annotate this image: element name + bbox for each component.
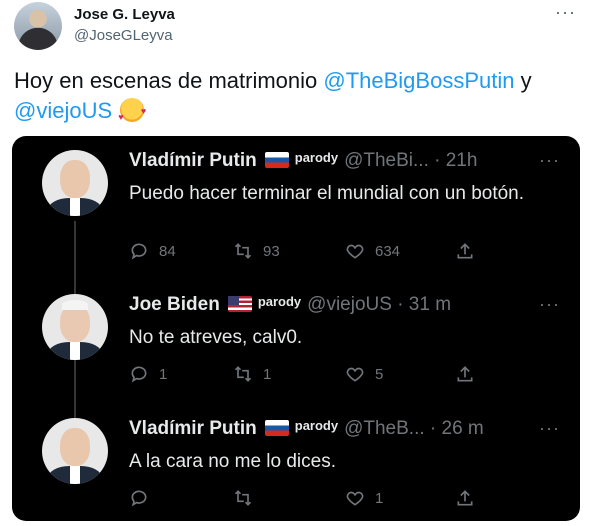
like-count: 634 [375, 242, 401, 260]
tweet-actions: 1 [129, 488, 489, 512]
retweet-button[interactable]: 93 [233, 241, 280, 261]
parody-badge: parody [294, 418, 339, 433]
more-options-button[interactable]: ··· [555, 2, 576, 23]
avatar[interactable] [42, 294, 108, 360]
avatar-shirt [70, 198, 80, 216]
parody-badge: parody [294, 150, 339, 165]
outer-avatar[interactable] [14, 2, 62, 50]
outer-text-part: y [514, 68, 532, 93]
reply-icon [131, 243, 147, 260]
avatar-face [60, 428, 90, 466]
more-options-button[interactable]: ··· [539, 418, 560, 439]
tweet-text: A la cara no me lo dices. [129, 451, 336, 472]
outer-tweet-header: Jose G. Leyva @JoseGLeyva ··· [12, 0, 582, 60]
tweet-header: Vladímir Putin parody @TheB... · 26 m [129, 418, 569, 444]
russia-flag-icon [264, 152, 289, 168]
avatar-shirt [70, 466, 80, 484]
heart-icon [346, 491, 364, 506]
russia-flag-icon [264, 420, 289, 436]
parody-badge: parody [257, 294, 302, 309]
outer-tweet-text: Hoy en escenas de matrimonio @TheBigBoss… [14, 66, 574, 132]
like-count: 1 [375, 489, 384, 507]
smiling-face-with-hearts-icon [118, 96, 146, 132]
avatar-hair [62, 300, 88, 310]
share-button[interactable] [455, 364, 485, 384]
retweet-button[interactable]: 1 [233, 364, 271, 384]
reply-button[interactable]: 84 [129, 241, 176, 261]
mention-link[interactable]: @TheBigBossPutin [323, 68, 514, 93]
share-icon [457, 243, 473, 259]
retweet-count: 93 [263, 242, 280, 260]
retweet-icon [234, 490, 252, 506]
avatar[interactable] [42, 150, 108, 216]
retweet-count: 1 [263, 365, 272, 383]
tweet-header: Joe Biden parody @viejoUS · 31 m [129, 294, 569, 320]
tweet-actions: 84 93 634 [129, 241, 489, 265]
avatar[interactable] [42, 418, 108, 484]
retweet-icon [234, 366, 252, 382]
more-options-button[interactable]: ··· [539, 150, 560, 171]
tweet-author-name[interactable]: Joe Biden [129, 294, 220, 315]
outer-text-part: Hoy en escenas de matrimonio [14, 68, 324, 93]
tweet-header: Vladímir Putin parody @TheBi... · 21h [129, 150, 569, 176]
heart-icon [346, 367, 364, 382]
share-icon [457, 366, 473, 382]
mention-link[interactable]: @viejoUS [14, 98, 112, 123]
tweet-author-name[interactable]: Vladímir Putin [129, 418, 257, 439]
outer-author-name[interactable]: Jose G. Leyva [74, 6, 179, 23]
tweet-handle-time[interactable]: @viejoUS · 31 m [307, 294, 451, 315]
outer-author-name-text[interactable]: Jose G. Leyva [74, 6, 175, 23]
like-button[interactable]: 5 [345, 364, 383, 384]
reply-count: 1 [159, 365, 168, 383]
usa-flag-icon [227, 296, 252, 312]
tweet-text: No te atreves, calv0. [129, 327, 303, 348]
heart-icon [346, 244, 364, 259]
reply-button[interactable]: 1 [129, 364, 167, 384]
embedded-thread-screenshot: Vladímir Putin parody @TheBi... · 21h ··· … [12, 136, 580, 521]
tweet-actions: 1 1 5 [129, 364, 489, 388]
reply-icon [131, 490, 147, 507]
tweet-text: Puedo hacer terminar el mundial con un b… [129, 183, 525, 204]
tweet-handle-time[interactable]: @TheBi... · 21h [344, 150, 477, 171]
reply-count: 84 [159, 242, 176, 260]
share-icon [457, 490, 473, 506]
like-count: 5 [375, 365, 384, 383]
avatar-face [60, 160, 90, 198]
share-button[interactable] [455, 241, 485, 261]
tweet-handle-time[interactable]: @TheB... · 26 m [344, 418, 484, 439]
like-button[interactable]: 1 [345, 488, 383, 508]
reply-icon [131, 366, 147, 383]
tweet-author-name[interactable]: Vladímir Putin [129, 150, 257, 171]
outer-author-handle[interactable]: @JoseGLeyva [74, 27, 173, 44]
avatar-shirt [70, 342, 80, 360]
reply-button[interactable] [129, 488, 159, 508]
retweet-button[interactable] [233, 488, 263, 508]
share-button[interactable] [455, 488, 485, 508]
more-options-button[interactable]: ··· [539, 294, 560, 315]
retweet-icon [234, 243, 252, 259]
like-button[interactable]: 634 [345, 241, 400, 261]
